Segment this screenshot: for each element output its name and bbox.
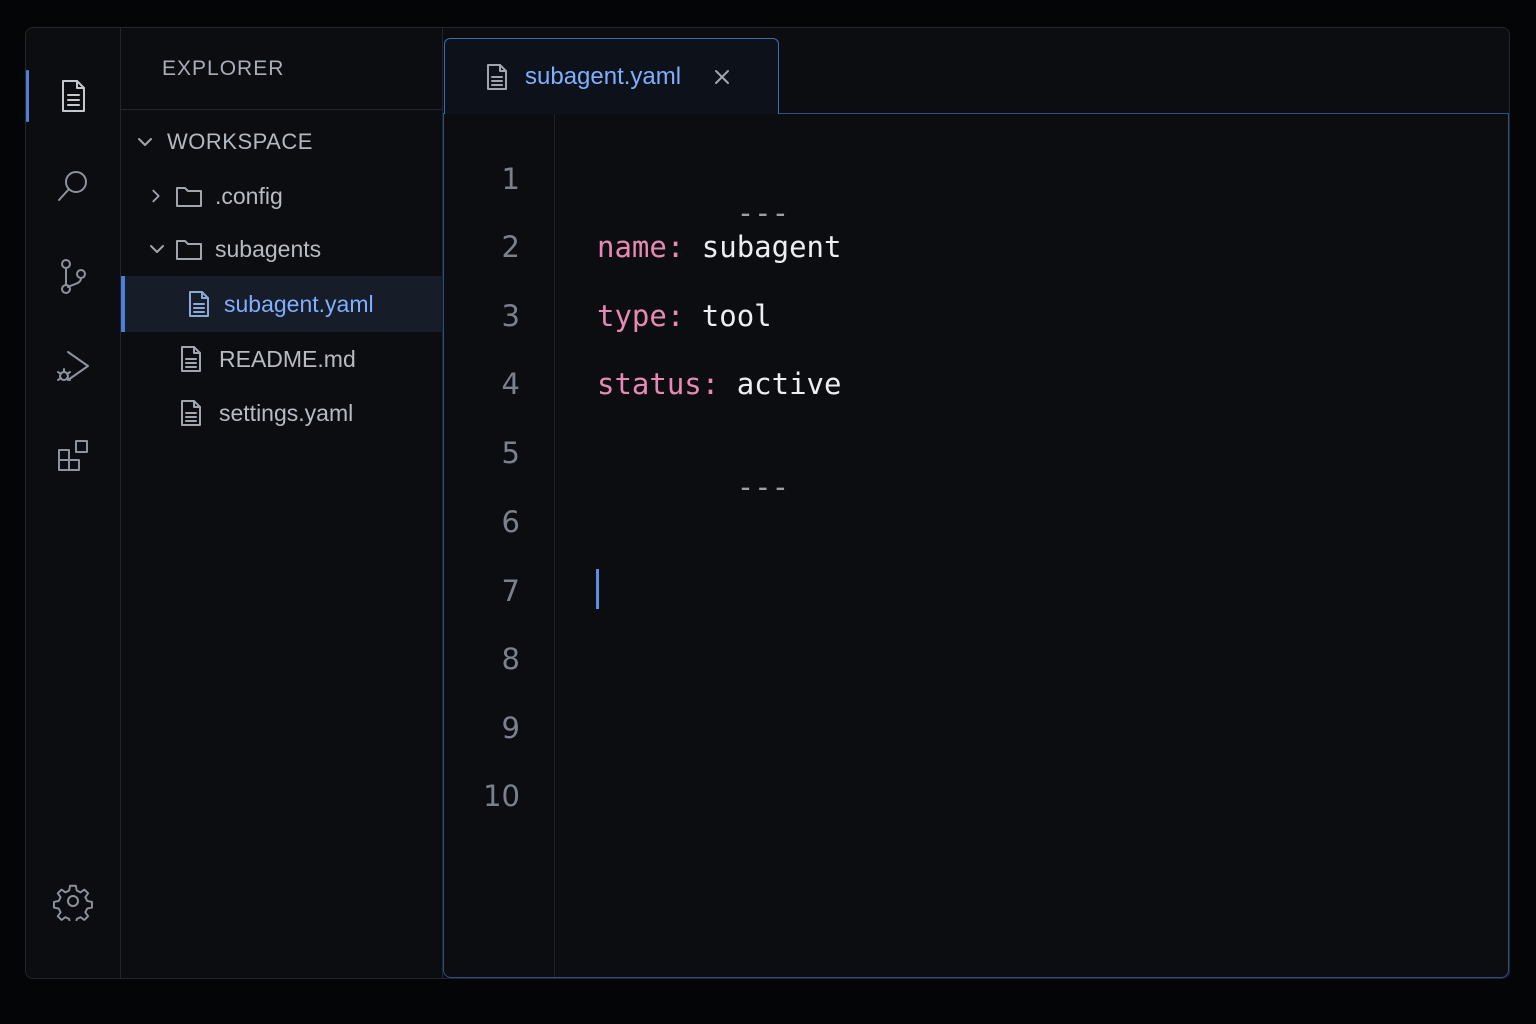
tree-item-label: .config — [215, 182, 283, 209]
line-number: 7 — [501, 574, 520, 608]
close-icon — [715, 69, 730, 84]
explorer-file-icon — [62, 80, 85, 112]
yaml-value: active — [736, 367, 842, 401]
settings-gear-icon — [53, 884, 93, 921]
search-button[interactable] — [48, 161, 98, 211]
file-icon — [487, 63, 507, 90]
line-number: 4 — [501, 367, 520, 401]
text-cursor — [596, 569, 599, 609]
chevron-down-icon — [138, 138, 152, 146]
active-indicator — [26, 70, 29, 122]
code-line-4: status: active — [597, 367, 841, 401]
code-line-5: --- — [597, 436, 789, 538]
sidebar-title: EXPLORER — [121, 28, 442, 110]
tree-item-label: subagent.yaml — [224, 290, 374, 317]
file-icon — [181, 400, 201, 426]
line-number-gutter: 1 2 3 4 5 6 7 8 9 10 — [444, 114, 555, 977]
yaml-value: tool — [701, 299, 772, 333]
line-number: 3 — [501, 299, 520, 333]
tree-item-subagent-yaml[interactable]: subagent.yaml — [121, 276, 443, 332]
code-line-3: type: tool — [597, 299, 772, 333]
file-icon — [189, 291, 209, 317]
yaml-value: subagent — [701, 230, 842, 264]
line-number: 1 — [501, 162, 520, 196]
tree-item-settings-yaml[interactable]: settings.yaml — [121, 386, 443, 440]
workspace-section-header[interactable]: WORKSPACE — [121, 115, 443, 169]
tree-item-subagents-folder[interactable]: subagents — [121, 222, 443, 276]
run-debug-button[interactable] — [48, 341, 98, 391]
chevron-right-icon — [152, 189, 160, 203]
line-number: 5 — [501, 436, 520, 470]
source-control-button[interactable] — [48, 251, 98, 301]
chevron-down-icon — [150, 245, 164, 253]
code-editor[interactable]: 1 2 3 4 5 6 7 8 9 10 --- name: subagent … — [443, 113, 1509, 978]
editor-area: subagent.yaml 1 2 3 4 5 6 7 8 9 10 --- n… — [443, 28, 1509, 978]
extensions-icon — [58, 440, 88, 471]
folder-icon — [176, 240, 202, 260]
source-control-branch-icon — [61, 259, 86, 294]
line-number: 10 — [483, 779, 520, 813]
tree-item-config-folder[interactable]: .config — [121, 169, 443, 223]
workspace-label: WORKSPACE — [167, 129, 313, 154]
yaml-key: status: — [597, 367, 720, 401]
tab-close-button[interactable] — [709, 64, 735, 90]
tab-label: subagent.yaml — [525, 62, 682, 90]
yaml-front-matter-delimiter: --- — [736, 196, 790, 230]
explorer-sidebar: EXPLORER WORKSPACE .config subagents sub… — [121, 28, 443, 978]
settings-button[interactable] — [48, 876, 98, 926]
yaml-key: name: — [597, 230, 685, 264]
yaml-key: type: — [597, 299, 685, 333]
explorer-button[interactable] — [48, 71, 98, 121]
line-number: 2 — [501, 230, 520, 264]
line-number: 9 — [501, 711, 520, 745]
tree-item-readme[interactable]: README.md — [121, 332, 443, 386]
activity-bar — [26, 28, 121, 978]
tree-item-label: README.md — [219, 345, 356, 372]
extensions-button[interactable] — [48, 431, 98, 481]
search-icon — [58, 171, 87, 201]
editor-window: EXPLORER WORKSPACE .config subagents sub… — [25, 27, 1510, 979]
line-number: 6 — [501, 505, 520, 539]
tree-item-label: settings.yaml — [219, 399, 354, 426]
code-line-2: name: subagent — [597, 230, 841, 264]
run-debug-icon — [57, 351, 89, 381]
file-icon — [181, 346, 201, 372]
folder-icon — [176, 187, 202, 207]
line-number: 8 — [501, 642, 520, 676]
tab-subagent-yaml[interactable]: subagent.yaml — [444, 38, 779, 114]
yaml-front-matter-delimiter: --- — [736, 470, 790, 504]
tree-item-label: subagents — [215, 235, 322, 262]
